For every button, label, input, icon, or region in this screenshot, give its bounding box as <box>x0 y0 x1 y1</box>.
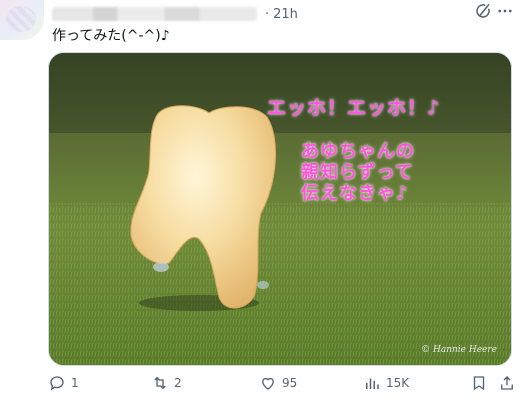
share-icon <box>501 376 513 390</box>
reply-icon <box>50 376 64 391</box>
like-icon <box>262 377 274 390</box>
post-text: 作ってみた(^-^)♪ <box>52 28 170 44</box>
avatar[interactable] <box>0 0 44 40</box>
caption-line1: エッホ！エッホ！♪ <box>267 97 441 119</box>
separator-dot: · <box>265 6 270 22</box>
repost-count: 2 <box>174 376 182 390</box>
like-count: 95 <box>282 376 298 390</box>
views-icon <box>366 378 379 389</box>
reply-button[interactable]: 1 <box>48 372 79 394</box>
post-header: · 21h <box>52 4 520 24</box>
share-button[interactable] <box>498 372 516 394</box>
reply-count: 1 <box>71 376 79 390</box>
post-time[interactable]: 21h <box>273 7 298 22</box>
retweet-icon <box>154 376 166 390</box>
author-name-blurred[interactable] <box>52 7 257 21</box>
action-bar: 1 2 95 15K <box>48 372 516 394</box>
photo-credit: © Hannie Heere <box>421 345 497 355</box>
grok-icon[interactable] <box>474 2 492 20</box>
repost-button[interactable]: 2 <box>151 372 182 394</box>
bookmark-icon <box>473 376 485 391</box>
bookmark-button[interactable] <box>470 372 488 394</box>
more-icon[interactable] <box>496 2 514 20</box>
view-count: 15K <box>386 376 410 390</box>
caption-line2: あゆちゃんの 親知らずって 伝えなきゃ♪ <box>301 141 415 204</box>
like-button[interactable]: 95 <box>259 372 297 394</box>
views-button[interactable]: 15K <box>363 372 409 394</box>
post-image[interactable]: エッホ！エッホ！♪ あゆちゃんの 親知らずって 伝えなきゃ♪ © Hannie … <box>48 52 512 366</box>
